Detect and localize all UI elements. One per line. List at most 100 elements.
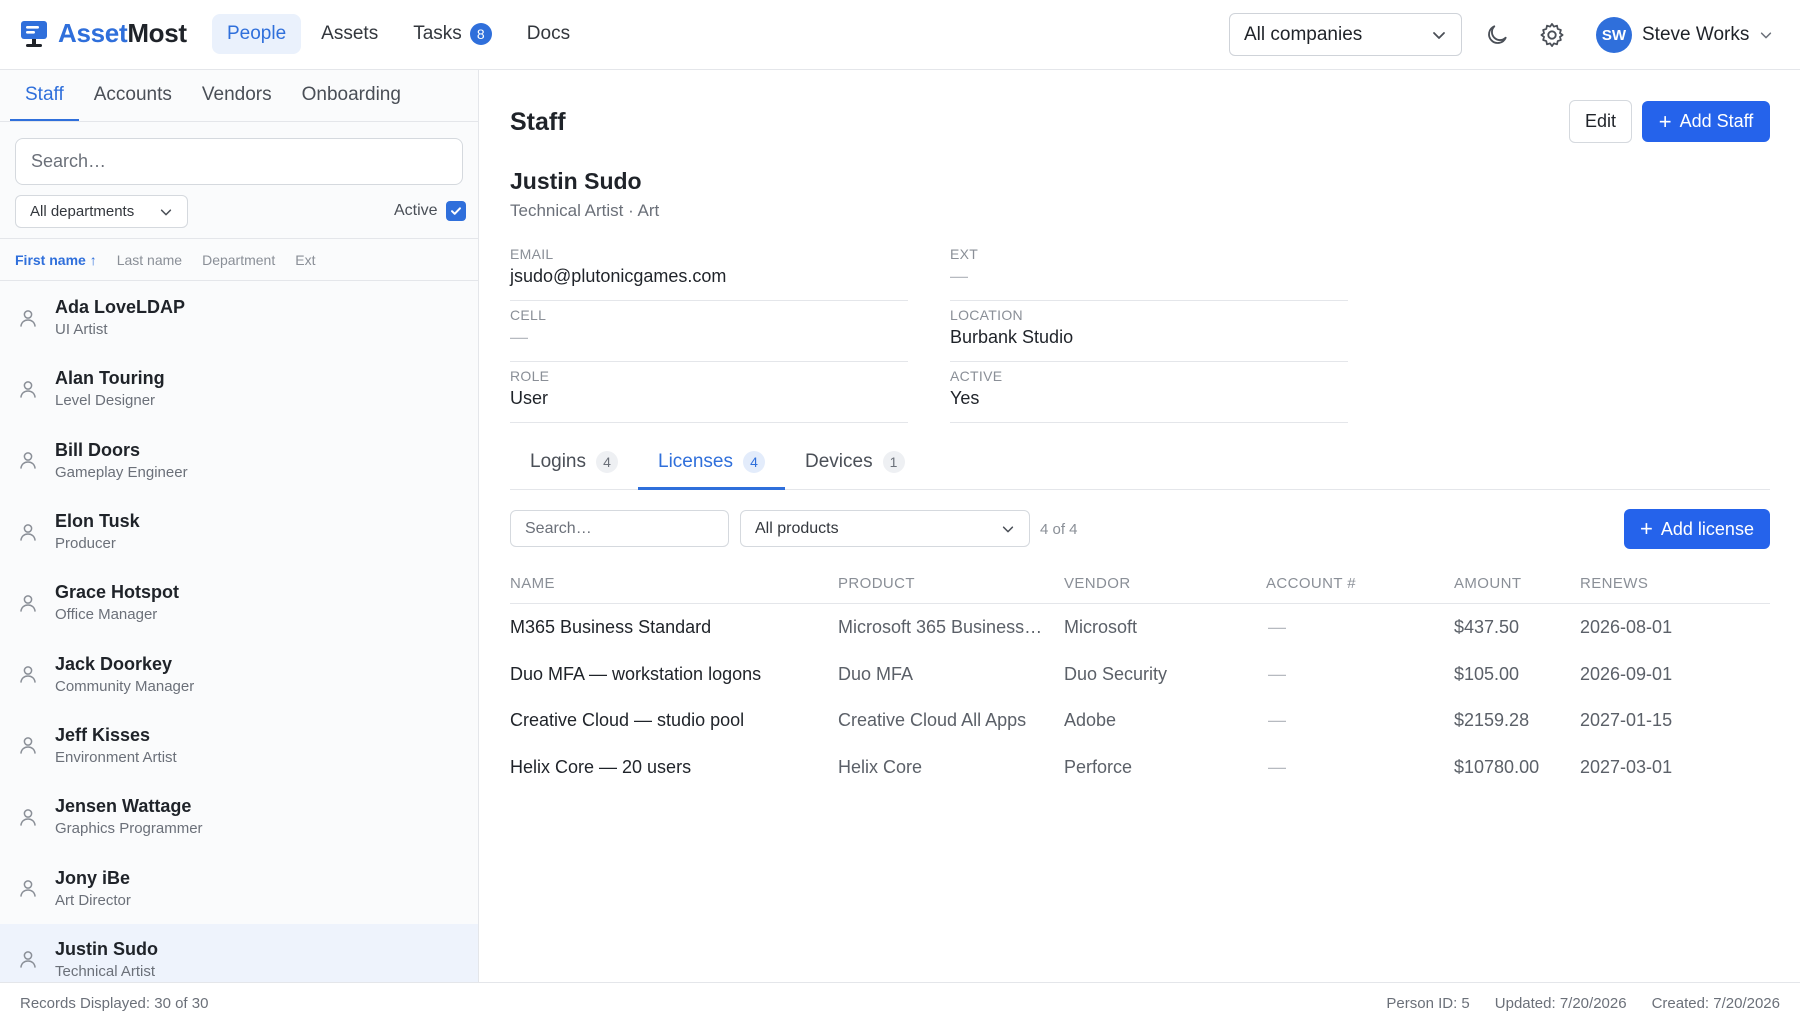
sort-ext[interactable]: Ext [295,252,315,268]
add-license-label: Add license [1660,518,1754,539]
tab-label: Logins [530,450,586,472]
edit-button[interactable]: Edit [1569,100,1632,143]
staff-title: UI Artist [55,321,108,339]
column-header[interactable]: ACCOUNT # [1266,575,1356,592]
user-menu[interactable]: SW Steve Works [1596,17,1773,53]
table-row[interactable]: Helix Core — 20 users Helix Core Perforc… [510,744,1770,791]
list-item[interactable]: Ada LoveLDAP UI Artist [0,282,478,353]
license-amount: $10780.00 [1454,756,1540,777]
license-account: — [1268,756,1286,777]
list-item-selected[interactable]: Justin Sudo Technical Artist [0,923,478,982]
staff-name: Grace Hotspot [55,582,180,603]
staff-title: Art Director [55,891,131,909]
license-product: Creative Cloud All Apps [838,710,1027,730]
moon-icon[interactable] [1482,20,1512,50]
tab-onboarding[interactable]: Onboarding [287,70,416,122]
person-icon [18,664,38,684]
license-product: Helix Core [838,756,923,777]
field-value: Yes [950,388,980,408]
table-row[interactable]: Duo MFA — workstation logons Duo MFA Duo… [510,651,1770,698]
product-select-value: All products [755,519,839,537]
field-label: EXT [950,246,979,262]
staff-list: Ada LoveLDAP UI Artist Alan Touring Level … [0,282,478,982]
column-header[interactable]: PRODUCT [838,575,915,592]
list-item[interactable]: Jensen Wattage Graphics Programmer [0,781,478,852]
license-amount: $437.50 [1454,617,1520,637]
license-account: — [1268,617,1286,637]
list-item[interactable]: Elon Tusk Producer [0,496,478,567]
list-item[interactable]: Alan Touring Level Designer [0,353,478,424]
chevron-down-icon [1431,27,1447,43]
license-search-input[interactable] [510,510,729,547]
tab-staff[interactable]: Staff [10,70,79,122]
field-email: EMAIL jsudo@plutonicgames.com [510,240,908,301]
avatar: SW [1596,17,1632,53]
field-value: — [510,327,528,347]
column-header[interactable]: AMOUNT [1454,575,1521,592]
sidebar: Staff Accounts Vendors Onboarding All de… [0,70,479,982]
tab-logins[interactable]: Logins 4 [510,436,638,490]
license-amount: $2159.28 [1454,710,1530,730]
staff-search-input[interactable] [15,138,463,185]
table-row[interactable]: Creative Cloud — studio pool Creative Cl… [510,697,1770,744]
license-renews: 2026-09-01 [1580,663,1673,684]
license-name: Duo MFA — workstation logons [510,663,762,684]
gear-icon[interactable] [1537,20,1567,50]
license-account: — [1268,663,1286,684]
column-header[interactable]: NAME [510,575,555,592]
sort-last-name[interactable]: Last name [117,252,182,268]
main-panel: Staff Edit + Add Staff Justin Sudo Techn… [480,70,1800,982]
nav-people[interactable]: People [212,14,302,54]
license-renews: 2026-08-01 [1580,617,1673,637]
tab-licenses[interactable]: Licenses 4 [638,436,785,490]
company-select-value: All companies [1244,23,1363,45]
add-staff-label: Add Staff [1679,111,1754,131]
staff-name: Ada LoveLDAP [55,297,186,318]
sort-first-name[interactable]: First name ↑ [15,252,97,268]
sort-department[interactable]: Department [202,252,275,268]
license-product: Microsoft 365 Business… [838,617,1043,637]
chevron-down-icon [1759,28,1773,42]
nav-tasks[interactable]: Tasks 8 [398,14,507,54]
tab-accounts[interactable]: Accounts [79,70,187,122]
list-item[interactable]: Jeff Kisses Environment Artist [0,710,478,781]
person-icon [18,308,38,328]
add-license-button[interactable]: + Add license [1624,509,1770,549]
field-location: LOCATION Burbank Studio [950,301,1348,362]
add-staff-button[interactable]: + Add Staff [1642,101,1770,142]
license-account: — [1268,710,1286,730]
app-logo[interactable]: AssetMost [20,18,187,49]
column-header[interactable]: VENDOR [1064,575,1131,592]
list-item[interactable]: Grace Hotspot Office Manager [0,567,478,638]
top-bar: AssetMost People Assets Tasks 8 Docs All … [0,0,1800,70]
license-renews: 2027-01-15 [1580,710,1673,730]
divider [0,121,478,122]
field-label: EMAIL [510,246,554,262]
license-vendor: Duo Security [1064,663,1168,684]
list-item[interactable]: Jony iBe Art Director [0,852,478,923]
column-header[interactable]: RENEWS [1580,575,1648,592]
department-select-value: All departments [30,203,135,220]
tab-devices[interactable]: Devices 1 [785,436,925,490]
licenses-table: NAME PRODUCT VENDOR ACCOUNT # AMOUNT REN… [510,556,1770,790]
records-count: Records Displayed: 30 of 30 [20,995,209,1012]
person-name: Justin Sudo [510,168,642,194]
nav-assets[interactable]: Assets [306,14,393,54]
active-checkbox[interactable] [445,201,466,221]
nav-docs[interactable]: Docs [512,14,585,54]
status-bar: Records Displayed: 30 of 30 Person ID: 5… [0,982,1800,1022]
staff-title: Gameplay Engineer [55,463,188,481]
license-vendor: Perforce [1064,756,1133,777]
person-icon [18,807,38,827]
table-row[interactable]: M365 Business Standard Microsoft 365 Bus… [510,604,1770,651]
list-item[interactable]: Bill Doors Gameplay Engineer [0,425,478,496]
company-select[interactable]: All companies [1229,13,1462,56]
tab-vendors[interactable]: Vendors [187,70,287,122]
plus-icon: + [1658,108,1672,134]
staff-title: Environment Artist [55,748,177,766]
person-id: Person ID: 5 [1386,995,1470,1012]
product-select[interactable]: All products [740,510,1030,547]
list-item[interactable]: Jack Doorkey Community Manager [0,638,478,709]
department-select[interactable]: All departments [15,195,188,228]
staff-name: Justin Sudo [55,938,158,959]
